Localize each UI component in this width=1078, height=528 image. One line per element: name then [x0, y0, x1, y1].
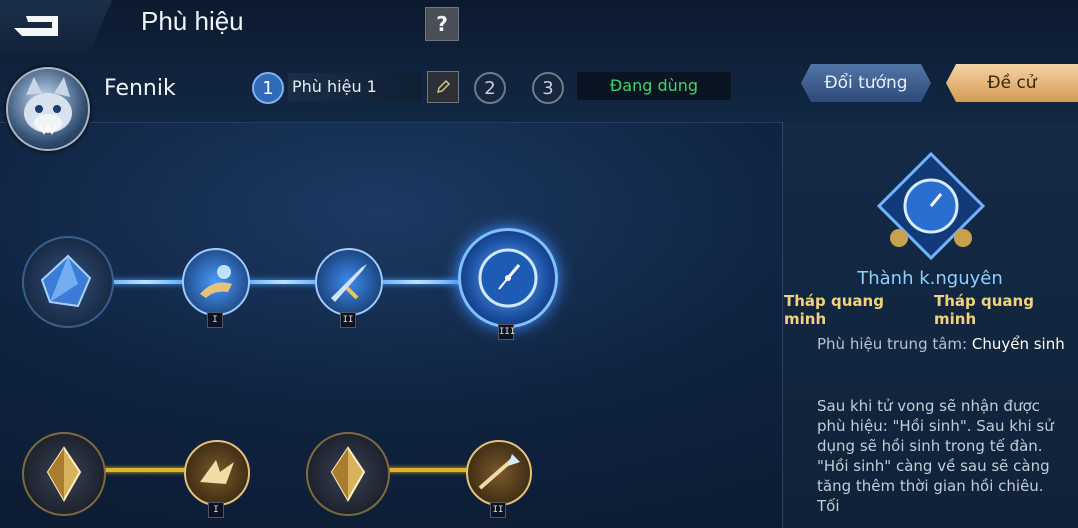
- blue-hand-icon: [200, 265, 232, 298]
- requirement-2: Tháp quang minh: [934, 292, 1034, 328]
- change-hero-button[interactable]: Đổi tướng: [801, 64, 931, 102]
- hero-name: Fennik: [104, 76, 176, 101]
- set-name-field[interactable]: Phù hiệu 1: [288, 73, 422, 101]
- tier-label: III: [498, 324, 515, 340]
- page-title: Phù hiệu: [141, 6, 244, 36]
- gold-claw-icon: [200, 460, 234, 484]
- badge-node-gold-1[interactable]: [184, 440, 250, 506]
- top-bar: Phù hiệu ?: [0, 0, 1078, 53]
- back-arrow-icon: [14, 16, 58, 36]
- badge-description: Sau khi tử vong sẽ nhận được phù hiệu: "…: [817, 397, 1054, 515]
- core-badge-label: Phù hiệu trung tâm:: [817, 335, 972, 353]
- gold-link: [100, 468, 190, 472]
- core-badge-value: Chuyển sinh: [971, 335, 1065, 353]
- badge-node-blue-core[interactable]: [458, 228, 558, 328]
- blue-dagger-icon: [331, 264, 367, 302]
- badge-tree: I II III I II: [0, 122, 782, 528]
- selected-badge-icon: [873, 150, 989, 266]
- blue-crystal-icon: [40, 254, 92, 308]
- set-2-tab[interactable]: 2: [474, 72, 506, 104]
- requirements: Tháp quang minh Tháp quang minh: [784, 292, 1078, 328]
- requirement-1: Tháp quang minh: [784, 292, 884, 328]
- tier-label: I: [207, 312, 223, 328]
- badge-node-gold-2[interactable]: [466, 440, 532, 506]
- gold-spear-icon: [478, 454, 520, 490]
- tier-label: I: [208, 502, 224, 518]
- help-button[interactable]: ?: [425, 7, 459, 41]
- back-button[interactable]: [0, 0, 112, 52]
- in-use-status: Đang dùng: [577, 72, 731, 100]
- compass-watch-icon: [876, 151, 986, 261]
- recommend-button[interactable]: Đề cử: [946, 64, 1078, 102]
- set-3-tab[interactable]: 3: [532, 72, 564, 104]
- selected-badge-name: Thành k.nguyên: [857, 268, 1003, 289]
- gold-link: [382, 468, 472, 472]
- badge-node-gold-crystal-2[interactable]: [306, 432, 390, 516]
- set-1-tab[interactable]: 1: [252, 72, 284, 104]
- badge-node-gold-crystal-1[interactable]: [22, 432, 106, 516]
- gold-crystal-icon: [330, 446, 366, 503]
- badge-node-blue-1[interactable]: [182, 248, 250, 316]
- badge-node-blue-2[interactable]: [315, 248, 383, 316]
- gold-crystal-icon: [46, 446, 82, 503]
- badge-node-crystal[interactable]: [22, 236, 114, 328]
- tier-label: II: [340, 312, 356, 328]
- rename-button[interactable]: [427, 71, 459, 103]
- core-badge-info: Phù hiệu trung tâm: Chuyển sinh: [817, 334, 1067, 354]
- pencil-icon: [436, 79, 451, 94]
- tier-label: II: [490, 502, 506, 518]
- blue-link: [372, 280, 464, 284]
- compass-watch-icon: [478, 248, 538, 308]
